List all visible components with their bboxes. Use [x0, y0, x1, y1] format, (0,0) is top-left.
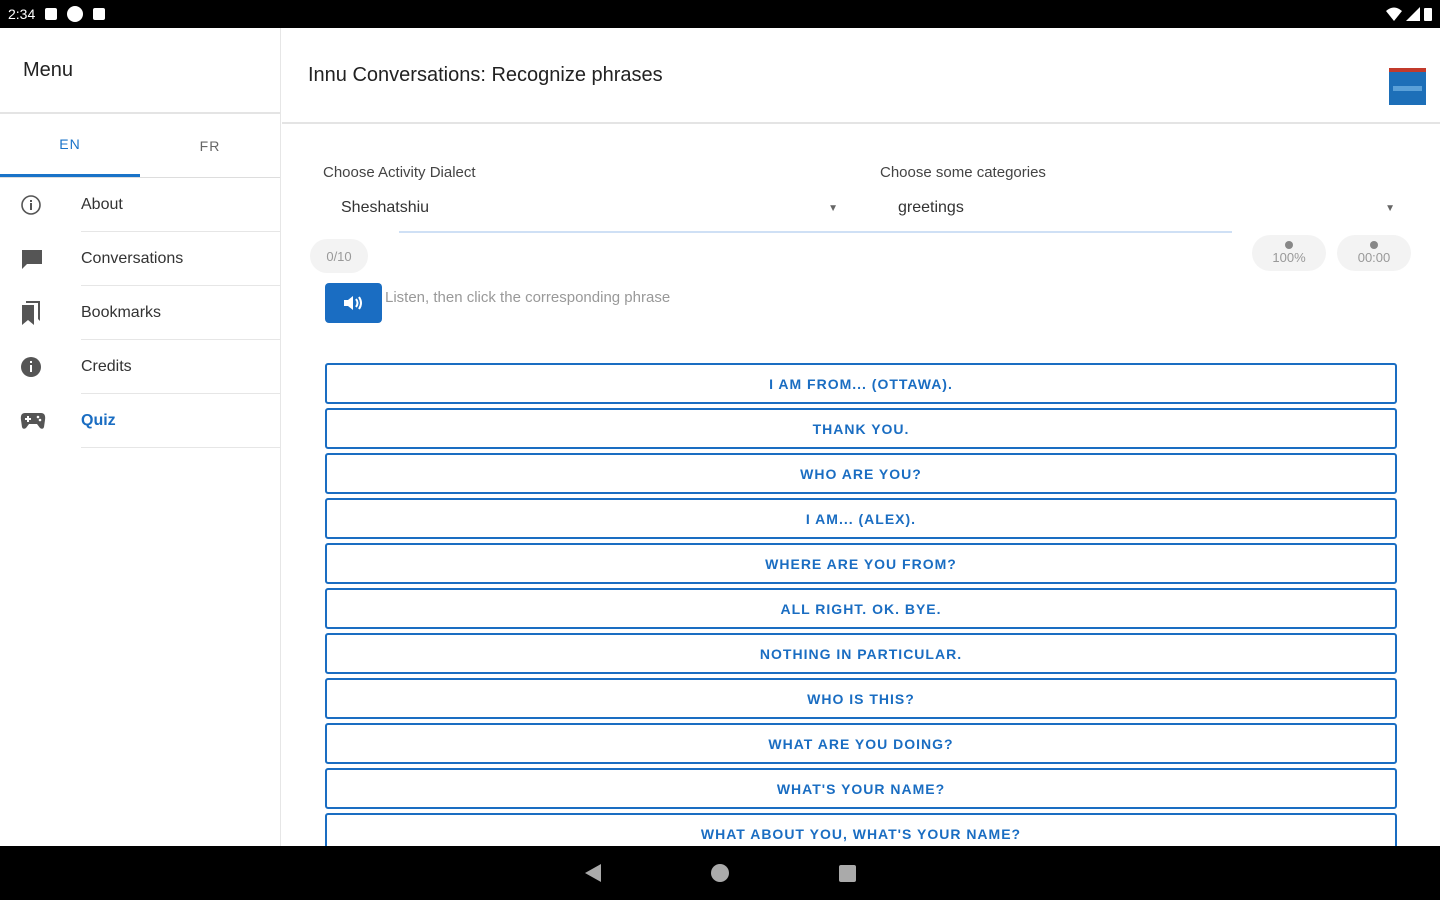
answer-button[interactable]: WHO ARE YOU?: [325, 453, 1397, 494]
recent-apps-icon[interactable]: [838, 864, 856, 882]
sidebar-item-about[interactable]: About: [0, 178, 280, 232]
sidebar-nav: About Conversations Bookmarks Credits Qu…: [0, 178, 280, 448]
timer-badge: 00:00: [1337, 235, 1411, 271]
volume-icon: [343, 296, 362, 310]
answer-button[interactable]: I AM FROM... (OTTAWA).: [325, 363, 1397, 404]
chat-bubble-icon: [0, 248, 81, 270]
dialect-value: Sheshatshiu: [341, 199, 430, 216]
app-notification-icon: [67, 6, 84, 22]
sidebar-item-label: Credits: [81, 340, 280, 394]
score-icon: [1285, 241, 1293, 249]
page-title: Innu Conversations: Recognize phrases: [308, 63, 663, 86]
timer-value: 00:00: [1357, 250, 1391, 265]
gamepad-icon: [0, 412, 81, 430]
sidebar: Menu EN FR About Conversations Bookmarks: [0, 28, 281, 846]
answer-button[interactable]: THANK YOU.: [325, 408, 1397, 449]
chevron-down-icon: ▼: [828, 202, 838, 214]
main-content: Innu Conversations: Recognize phrases Ch…: [282, 28, 1440, 846]
score-percent: 100%: [1272, 250, 1306, 265]
answer-button[interactable]: I AM... (ALEX).: [325, 498, 1397, 539]
back-icon[interactable]: [584, 864, 601, 882]
info-filled-icon: [0, 356, 81, 378]
status-time: 2:34: [8, 6, 36, 22]
tab-fr[interactable]: FR: [140, 114, 280, 177]
dialect-select[interactable]: Sheshatshiu ▼: [323, 193, 838, 223]
chevron-down-icon: ▼: [1385, 202, 1395, 214]
timer-icon: [1370, 241, 1378, 249]
filters: Choose Activity Dialect Sheshatshiu ▼ Ch…: [282, 124, 1440, 223]
sidebar-item-credits[interactable]: Credits: [0, 340, 280, 394]
sidebar-item-bookmarks[interactable]: Bookmarks: [0, 286, 280, 340]
app-logo: [1389, 68, 1426, 105]
language-tabs: EN FR: [0, 114, 280, 178]
categories-filter: Choose some categories greetings ▼: [880, 164, 1395, 223]
dialect-label: Choose Activity Dialect: [323, 164, 476, 181]
sidebar-item-label: Bookmarks: [81, 286, 280, 340]
answer-button[interactable]: WHAT ABOUT YOU, WHAT'S YOUR NAME?: [325, 813, 1397, 846]
answer-button[interactable]: WHAT ARE YOU DOING?: [325, 723, 1397, 764]
answer-button[interactable]: WHO IS THIS?: [325, 678, 1397, 719]
bookmarks-icon: [0, 301, 81, 325]
app-bar: Innu Conversations: Recognize phrases: [282, 28, 1440, 124]
quiz-instruction: Listen, then click the corresponding phr…: [385, 289, 671, 306]
sd-card-icon: [93, 8, 106, 20]
categories-select[interactable]: greetings ▼: [880, 193, 1395, 223]
wifi-icon: [1386, 7, 1402, 21]
answer-button[interactable]: NOTHING IN PARTICULAR.: [325, 633, 1397, 674]
audio-row: Listen, then click the corresponding phr…: [282, 283, 1440, 331]
sidebar-item-conversations[interactable]: Conversations: [0, 232, 280, 286]
home-icon[interactable]: [710, 864, 729, 882]
play-audio-button[interactable]: [325, 283, 382, 323]
sidebar-item-label: Conversations: [81, 232, 280, 286]
sidebar-item-quiz[interactable]: Quiz: [0, 394, 280, 448]
battery-icon: [1424, 8, 1432, 21]
tab-en[interactable]: EN: [0, 114, 140, 177]
answer-list: I AM FROM... (OTTAWA). THANK YOU. WHO AR…: [325, 363, 1397, 846]
score-badge: 100%: [1252, 235, 1326, 271]
system-nav-bar: [0, 846, 1440, 900]
answer-button[interactable]: WHAT'S YOUR NAME?: [325, 768, 1397, 809]
answer-button[interactable]: ALL RIGHT. OK. BYE.: [325, 588, 1397, 629]
categories-label: Choose some categories: [880, 164, 1046, 181]
sidebar-item-label: About: [81, 178, 280, 232]
answer-button[interactable]: WHERE ARE YOU FROM?: [325, 543, 1397, 584]
progress-row: 0/10 100% 00:00: [282, 223, 1440, 283]
progress-bar: [399, 231, 1232, 233]
sidebar-item-label: Quiz: [81, 394, 280, 448]
status-bar: 2:34: [0, 0, 1440, 28]
question-counter: 0/10: [310, 239, 368, 273]
categories-value: greetings: [898, 199, 964, 216]
info-outline-icon: [0, 194, 81, 216]
notification-icon: [45, 8, 58, 20]
dialect-filter: Choose Activity Dialect Sheshatshiu ▼: [323, 164, 838, 223]
menu-title: Menu: [0, 28, 280, 114]
signal-icon: [1406, 7, 1420, 21]
